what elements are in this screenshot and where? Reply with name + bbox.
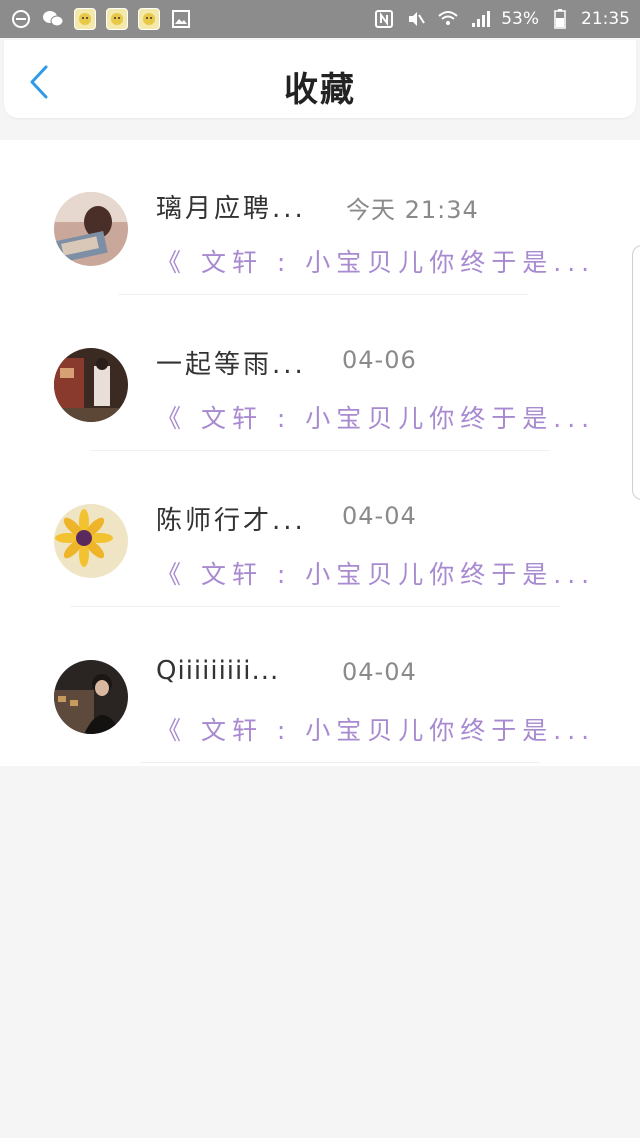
contact-name: 璃月应聘...: [156, 194, 306, 224]
nfc-icon: [373, 8, 395, 30]
app-notification-icon: [138, 8, 160, 30]
app-notification-icon: [106, 8, 128, 30]
favorite-item[interactable]: 一起等雨... 04-06 《 文轩 : 小宝贝儿你终于是...: [0, 296, 640, 452]
divider: [90, 450, 550, 451]
message-preview: 《 文轩 : 小宝贝儿你终于是...: [156, 404, 596, 433]
page-title: 收藏: [284, 70, 356, 110]
favorite-item[interactable]: 陈师行才... 04-04 《 文轩 : 小宝贝儿你终于是...: [0, 452, 640, 608]
status-bar-right: 53% 21:35: [373, 8, 630, 30]
message-preview: 《 文轩 : 小宝贝儿你终于是...: [156, 248, 596, 277]
image-icon: [170, 8, 192, 30]
avatar: [54, 348, 128, 422]
timestamp: 04-04: [342, 658, 417, 686]
divider: [140, 762, 540, 763]
divider: [118, 294, 528, 295]
timestamp: 今天 21:34: [346, 196, 479, 224]
avatar: [54, 504, 128, 578]
contact-name: 陈师行才...: [156, 506, 306, 536]
message-preview: 《 文轩 : 小宝贝儿你终于是...: [156, 716, 596, 745]
status-bar-left: [10, 8, 192, 30]
avatar: [54, 660, 128, 734]
status-bar: 53% 21:35: [0, 0, 640, 38]
app-notification-icon: [74, 8, 96, 30]
timestamp: 04-04: [342, 502, 417, 530]
signal-icon: [469, 8, 491, 30]
mute-icon: [405, 8, 427, 30]
do-not-disturb-icon: [10, 8, 32, 30]
favorites-list: 璃月应聘... 今天 21:34 《 文轩 : 小宝贝儿你终于是... 一起等雨…: [0, 140, 640, 766]
timestamp: 04-06: [342, 346, 417, 374]
wechat-icon: [42, 8, 64, 30]
divider: [70, 606, 560, 607]
avatar: [54, 192, 128, 266]
battery-icon: [549, 8, 571, 30]
contact-name: 一起等雨...: [156, 350, 306, 380]
edge-panel-handle[interactable]: [632, 245, 640, 500]
favorite-item[interactable]: Qiiiiiiiii... 04-04 《 文轩 : 小宝贝儿你终于是...: [0, 608, 640, 764]
contact-name: Qiiiiiiiii...: [156, 656, 280, 686]
favorite-item[interactable]: 璃月应聘... 今天 21:34 《 文轩 : 小宝贝儿你终于是...: [0, 140, 640, 296]
app-header: 收藏: [4, 40, 636, 118]
message-preview: 《 文轩 : 小宝贝儿你终于是...: [156, 560, 596, 589]
battery-percent: 53%: [501, 9, 539, 29]
wifi-icon: [437, 8, 459, 30]
clock: 21:35: [581, 9, 630, 29]
